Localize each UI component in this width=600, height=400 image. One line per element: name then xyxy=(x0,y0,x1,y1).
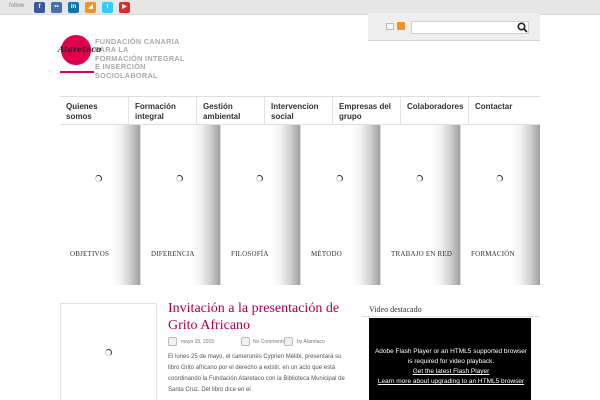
main-nav: Quienes somos Formación integral Gestión… xyxy=(60,96,540,125)
twitter-icon[interactable]: t xyxy=(102,2,113,13)
loading-spinner-icon xyxy=(256,175,263,182)
feature-panel-label: DIFERENCIA xyxy=(151,250,195,258)
nav-item-quienes-somos[interactable]: Quienes somos xyxy=(60,97,128,125)
video-widget-title: Video destacado xyxy=(369,305,422,314)
search-icon xyxy=(517,22,528,33)
search-input[interactable] xyxy=(411,21,529,34)
video-message-line: is required for video playback. xyxy=(407,358,495,365)
html5-browser-link[interactable]: Learn more about upgrading to an HTML5 b… xyxy=(369,377,531,387)
feature-panel-label: TRABAJO EN RED xyxy=(391,250,453,258)
post-date: mayo 15, 2015 xyxy=(181,339,215,345)
search-button[interactable] xyxy=(516,21,529,34)
follow-label: follow xyxy=(9,3,25,9)
flickr-icon[interactable]: •• xyxy=(51,2,62,13)
youtube-icon[interactable]: ▶ xyxy=(119,2,130,13)
video-message-line: Adobe Flash Player or an HTML5 supported… xyxy=(374,348,528,355)
feature-panel-filosofia[interactable]: FILOSOFÍA xyxy=(220,125,300,285)
author-icon xyxy=(284,337,293,346)
post-comments-link[interactable]: No Comments xyxy=(253,339,285,345)
post-meta: mayo 15, 2015 No Comments by Ataretaco xyxy=(168,337,353,349)
divider xyxy=(362,316,540,317)
mail-icon[interactable] xyxy=(386,23,394,30)
loading-spinner-icon xyxy=(105,349,112,356)
linkedin-icon[interactable]: in xyxy=(68,2,79,13)
feature-panel-label: FORMACIÓN xyxy=(471,250,515,258)
flash-player-link[interactable]: Get the latest Flash Player xyxy=(369,367,531,377)
post-author[interactable]: by Ataretaco xyxy=(297,339,325,345)
nav-item-contactar[interactable]: Contactar xyxy=(468,97,540,125)
feature-panels: OBJETIVOS DIFERENCIA FILOSOFÍA MÉTODO TR… xyxy=(60,125,540,285)
rss-feed-icon[interactable] xyxy=(397,22,405,30)
feature-panel-label: MÉTODO xyxy=(311,250,343,258)
nav-item-colaboradores[interactable]: Colaboradores xyxy=(400,97,468,125)
facebook-icon[interactable]: f xyxy=(34,2,45,13)
feature-panel-diferencia[interactable]: DIFERENCIA xyxy=(140,125,220,285)
post-excerpt: El lunes 25 de mayo, el camerunés Cyprie… xyxy=(168,354,345,393)
rss-icon[interactable]: ◢ xyxy=(85,2,96,13)
nav-item-formacion-integral[interactable]: Formación integral xyxy=(128,97,196,125)
org-name-line: SOCIOLABORAL xyxy=(95,70,158,80)
calendar-icon xyxy=(168,337,177,346)
feature-panel-formacion[interactable]: FORMACIÓN xyxy=(460,125,540,285)
video-fallback-message: Adobe Flash Player or an HTML5 supported… xyxy=(369,347,531,387)
post-thumbnail[interactable] xyxy=(60,303,157,400)
feature-panel-metodo[interactable]: MÉTODO xyxy=(300,125,380,285)
feature-panel-label: FILOSOFÍA xyxy=(231,250,269,258)
loading-spinner-icon xyxy=(95,175,102,182)
logo-tagline-bar xyxy=(60,71,94,73)
loading-spinner-icon xyxy=(176,175,183,182)
loading-spinner-icon xyxy=(416,175,423,182)
loading-spinner-icon xyxy=(336,175,343,182)
feature-panel-trabajo-en-red[interactable]: TRABAJO EN RED xyxy=(380,125,460,285)
video-player[interactable]: Adobe Flash Player or an HTML5 supported… xyxy=(369,318,531,400)
search-area xyxy=(368,13,540,41)
nav-item-intervencion-social[interactable]: Intervencion social xyxy=(264,97,332,125)
nav-item-gestion-ambiental[interactable]: Gestión ambiental xyxy=(196,97,264,125)
logo-wordmark: Ataretaco xyxy=(58,44,102,54)
organization-name: FUNDACIÓN CANARIA PARA LA FORMACIÓN INTE… xyxy=(95,37,215,80)
nav-item-empresas-del-grupo[interactable]: Empresas del grupo xyxy=(332,97,400,125)
post-title[interactable]: Invitación a la presentación de Grito Af… xyxy=(168,300,353,334)
loading-spinner-icon xyxy=(496,175,503,182)
comment-icon xyxy=(241,337,250,346)
feature-panel-label: OBJETIVOS xyxy=(70,250,110,258)
feature-panel-objetivos[interactable]: OBJETIVOS xyxy=(60,125,140,285)
